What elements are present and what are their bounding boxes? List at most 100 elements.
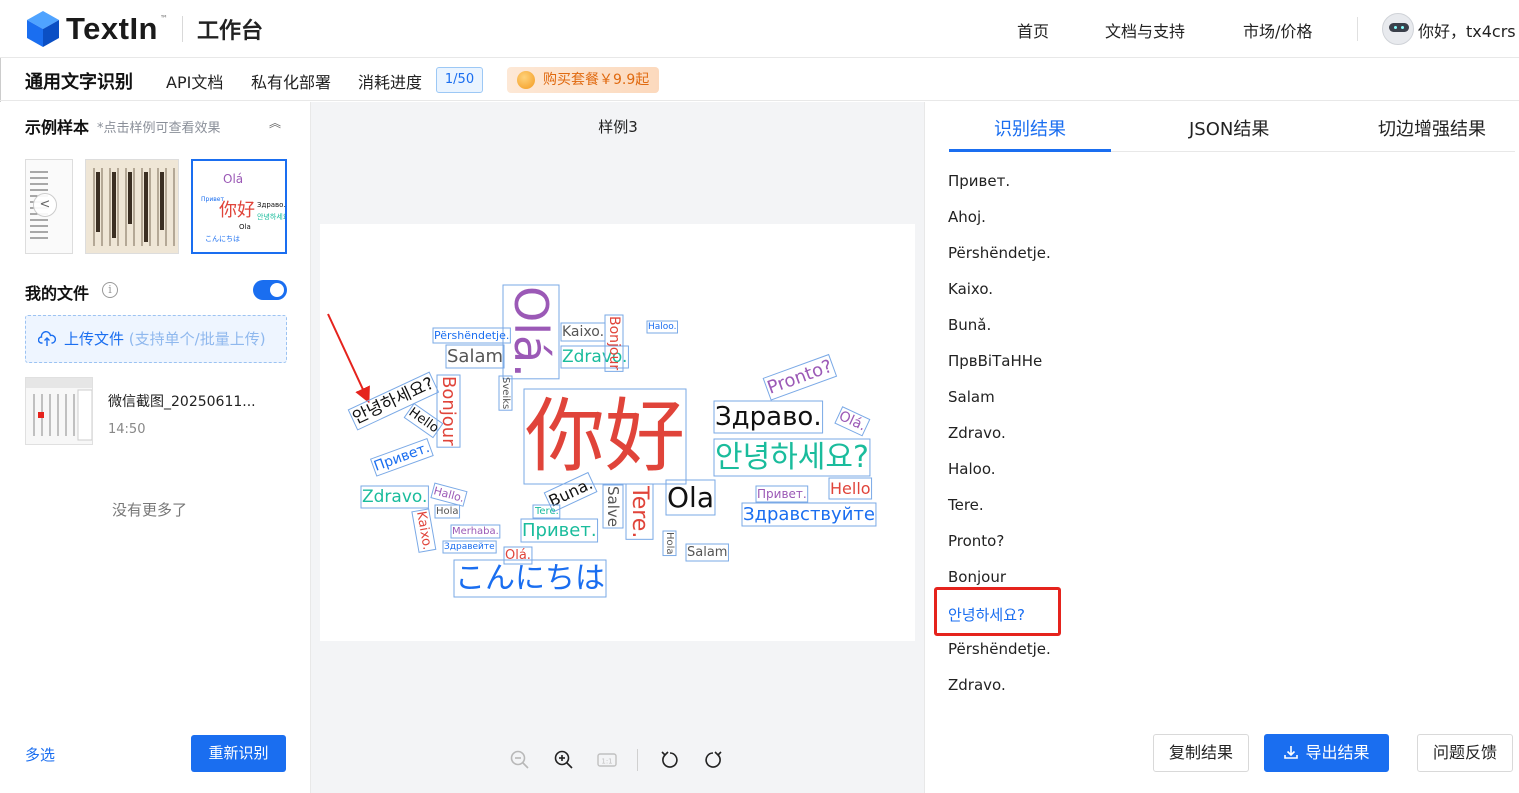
rotate-right-icon[interactable]	[702, 749, 724, 771]
logo-cube-icon	[27, 11, 59, 47]
logo-text-main: TextIn	[66, 11, 158, 46]
wordcloud-word: Ola	[667, 481, 714, 514]
result-line: Përshëndetje.	[948, 640, 1051, 658]
upload-label: 上传文件	[64, 330, 125, 348]
promo-label: 购买套餐￥9.9起	[543, 72, 650, 88]
zoom-in-icon[interactable]	[553, 749, 575, 771]
wordcloud-word: Здравствуйте	[743, 504, 875, 525]
quota-badge: 1/50	[436, 67, 483, 93]
usage-progress-link[interactable]: 消耗进度	[358, 69, 422, 93]
file-time: 14:50	[108, 422, 146, 437]
svg-text:안녕하세요: 안녕하세요	[257, 212, 285, 221]
result-line: Haloo.	[948, 460, 996, 478]
result-line: Tere.	[948, 496, 984, 514]
sample-thumb-2[interactable]	[85, 159, 179, 254]
result-line: Ahoj.	[948, 208, 986, 226]
wordcloud-word: Привет.	[757, 487, 807, 501]
copy-result-button[interactable]: 复制结果	[1153, 734, 1249, 772]
my-files-toggle[interactable]	[253, 280, 287, 300]
wordcloud-word: Salam	[447, 346, 503, 367]
wordcloud-word: Привет.	[372, 440, 432, 475]
wordcloud-word: Kaixo.	[562, 324, 604, 340]
user-greeting[interactable]: 你好，tx4crs	[1418, 18, 1516, 42]
divider	[1357, 17, 1358, 41]
info-icon[interactable]: i	[102, 282, 118, 298]
svg-text:Здраво.: Здраво.	[257, 201, 285, 209]
left-panel: 示例样本 *点击样例可查看效果 ︽ < 你好 Olá Здраво. 안녕하세 …	[0, 102, 311, 793]
samples-title: 示例样本	[25, 118, 90, 137]
actual-size-icon[interactable]: 1:1	[596, 749, 618, 771]
download-icon	[1284, 746, 1299, 759]
export-result-button[interactable]: 导出结果	[1264, 734, 1389, 772]
wordcloud-word: こんにちは	[455, 561, 605, 596]
wordcloud-word: Hola	[436, 506, 459, 517]
center-preview-panel: 样例3 你好 Olá. Здраво. 안녕하세요? Ola Здравствуйте こん…	[311, 102, 925, 793]
result-line: Kaixo.	[948, 280, 994, 298]
nav-docs-support[interactable]: 文档与支持	[1105, 18, 1185, 42]
red-highlight-annotation	[934, 587, 1061, 636]
result-line: ПрвВiТаННе	[948, 352, 1043, 370]
result-line: Pronto?	[948, 532, 1005, 550]
private-deploy-link[interactable]: 私有化部署	[251, 69, 331, 93]
api-docs-link[interactable]: API文档	[166, 69, 223, 93]
nav-market-pricing[interactable]: 市场/价格	[1243, 18, 1312, 42]
wordcloud-word: Salam	[687, 545, 727, 560]
file-name: 微信截图_20250611...	[108, 394, 256, 410]
sample-thumb-3[interactable]: 你好 Olá Здраво. 안녕하세요 Привет こんにちは Ola	[191, 159, 287, 254]
no-more-text: 没有更多了	[112, 501, 188, 519]
wordcloud-image: 你好 Olá. Здраво. 안녕하세요?Ola Здравствуйте こんにちは B…	[327, 284, 877, 598]
svg-text:Привет: Привет	[201, 196, 224, 203]
wordcloud-word: Kaixo.	[413, 510, 435, 551]
rerecognize-button[interactable]: 重新识别	[191, 735, 286, 772]
wordcloud-word: 안녕하세요?	[715, 440, 869, 475]
svg-text:こんにちは: こんにちは	[205, 235, 240, 243]
chevron-left-icon[interactable]: <	[33, 193, 57, 217]
wordcloud-word: Bonjour	[438, 376, 459, 446]
feedback-button[interactable]: 问题反馈	[1417, 734, 1513, 772]
wordcloud-preview-icon: 你好 Olá Здраво. 안녕하세요 Привет こんにちは Ola	[193, 161, 285, 252]
wordcloud-word: Привет.	[522, 520, 597, 541]
tab-crop-enhance-result[interactable]: 切边增强结果	[1378, 115, 1486, 141]
export-result-label: 导出结果	[1305, 743, 1370, 762]
promo-button[interactable]: 购买套餐￥9.9起	[507, 67, 659, 93]
wordcloud-word: Zdravo.	[362, 487, 427, 507]
logo[interactable]: TextIn ™ 工作台	[26, 10, 263, 48]
result-line: Salam	[948, 388, 995, 406]
wordcloud-word: Bonjour	[606, 316, 622, 370]
multi-select-link[interactable]: 多选	[25, 744, 55, 765]
result-line: Zdravo.	[948, 676, 1006, 694]
divider	[182, 16, 183, 42]
logo-text: TextIn	[66, 11, 158, 47]
wordcloud-word: Salve	[604, 486, 622, 527]
wordcloud-word: Здраво.	[715, 402, 822, 432]
avatar[interactable]	[1382, 13, 1414, 45]
active-tab-indicator	[949, 149, 1111, 152]
top-bar: TextIn ™ 工作台 首页 文档与支持 市场/价格 你好，tx4crs	[0, 0, 1519, 58]
image-canvas[interactable]: 你好 Olá. Здраво. 안녕하세요? Ola Здравствуйте こんにちは B…	[320, 224, 915, 641]
coin-icon	[517, 71, 535, 89]
wordcloud-word: Olá.	[505, 548, 531, 563]
result-line: Привет.	[948, 172, 1011, 190]
wordcloud-word: Tere.	[534, 506, 559, 517]
result-line: Bonjour	[948, 568, 1006, 586]
nav-home[interactable]: 首页	[1017, 18, 1049, 42]
wordcloud-word: Olá.	[504, 286, 558, 378]
upload-button[interactable]: 上传文件 (支持单个/批量上传)	[25, 315, 287, 363]
zoom-out-icon[interactable]	[509, 749, 531, 771]
zoom-toolbar: 1:1	[507, 747, 737, 775]
file-list-item[interactable]: 微信截图_20250611... 14:50	[25, 377, 287, 447]
workbench-title: 工作台	[197, 19, 264, 44]
collapse-icon[interactable]: ︽	[269, 114, 281, 131]
wordcloud-word: Përshëndetje.	[434, 329, 509, 342]
wordcloud-word: Merhaba.	[452, 526, 499, 537]
wordcloud-word: Sveiks	[500, 377, 511, 409]
samples-hint: *点击样例可查看效果	[97, 121, 221, 136]
wordcloud-word: Hallo.	[432, 484, 465, 505]
page-title: 通用文字识别	[25, 72, 133, 93]
wordcloud-word: Haloo.	[648, 322, 677, 332]
right-result-panel: 识别结果 JSON结果 切边增强结果 Привет. Ahoj. Përshënde…	[925, 102, 1519, 793]
upload-hint: (支持单个/批量上传)	[128, 330, 266, 348]
tab-json-result[interactable]: JSON结果	[1189, 115, 1269, 141]
rotate-left-icon[interactable]	[659, 749, 681, 771]
tab-recognition-result[interactable]: 识别结果	[994, 115, 1066, 141]
